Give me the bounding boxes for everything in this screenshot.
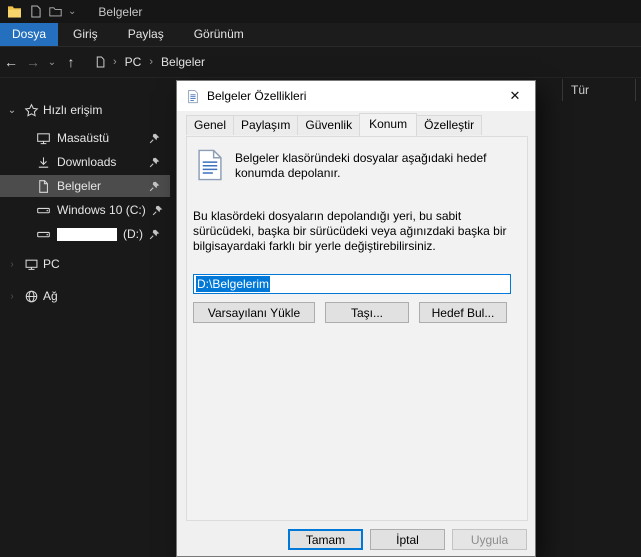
pin-icon xyxy=(152,205,163,216)
back-icon[interactable]: ← xyxy=(0,54,22,70)
sidebar-item-desktop[interactable]: Masaüstü xyxy=(0,127,170,149)
breadcrumb-separator-icon: › xyxy=(113,56,117,68)
sidebar-item-label: PC xyxy=(43,257,60,271)
close-icon[interactable]: ✕ xyxy=(495,81,535,111)
move-button[interactable]: Taşı... xyxy=(325,302,409,323)
breadcrumb-pc[interactable]: PC xyxy=(123,55,144,69)
location-path-input[interactable]: D:\Belgelerim xyxy=(193,274,511,294)
ok-button[interactable]: Tamam xyxy=(288,529,363,550)
column-header-type[interactable]: Tür xyxy=(562,79,636,101)
sidebar-item-label: Downloads xyxy=(57,155,117,169)
explorer-app-icon xyxy=(7,5,22,18)
navigation-bar: ← → ⌄ ↑ › PC › Belgeler xyxy=(0,47,641,78)
up-icon[interactable]: ↑ xyxy=(60,54,82,70)
breadcrumb-belgeler[interactable]: Belgeler xyxy=(159,55,207,69)
pin-icon xyxy=(149,133,160,144)
tab-paylasim[interactable]: Paylaşım xyxy=(233,115,299,135)
tab-guvenlik[interactable]: Güvenlik xyxy=(297,115,361,135)
dialog-title: Belgeler Özellikleri xyxy=(207,89,307,103)
dialog-footer: Tamam İptal Uygula xyxy=(288,529,527,550)
sidebar-item-label: (D:) xyxy=(123,227,143,241)
location-intro-text: Belgeler klasöründeki dosyalar aşağıdaki… xyxy=(235,151,487,180)
sidebar-item-network[interactable]: › Ağ xyxy=(0,285,170,307)
explorer-window: ⌄ Belgeler Dosya Giriş Paylaş Görünüm ← … xyxy=(0,0,641,557)
sidebar-item-quick-access[interactable]: ⌄ Hızlı erişim xyxy=(0,99,170,121)
cancel-button[interactable]: İptal xyxy=(370,529,445,550)
sidebar-item-label: Windows 10 (C:) xyxy=(57,203,146,217)
document-icon xyxy=(36,179,51,194)
ribbon-tab-giris[interactable]: Giriş xyxy=(58,23,113,46)
sidebar-item-label: Ağ xyxy=(43,289,58,303)
redacted-drive-label xyxy=(57,227,117,241)
location-buttons: Varsayılanı Yükle Taşı... Hedef Bul... xyxy=(193,302,507,323)
sidebar-item-windows-drive[interactable]: Windows 10 (C:) xyxy=(0,199,170,221)
sidebar-item-downloads[interactable]: Downloads xyxy=(0,151,170,173)
ribbon-tab-dosya[interactable]: Dosya xyxy=(0,23,59,46)
recent-locations-dropdown-icon[interactable]: ⌄ xyxy=(44,57,60,68)
sidebar-item-label: Belgeler xyxy=(57,179,102,193)
quick-access-properties-icon[interactable] xyxy=(30,5,41,18)
sidebar-item-d-drive[interactable]: (D:) xyxy=(0,223,170,245)
properties-dialog: Belgeler Özellikleri ✕ Genel Paylaşım Gü… xyxy=(176,80,536,557)
sidebar-item-documents[interactable]: Belgeler xyxy=(0,175,170,197)
location-tab-page: Belgeler klasöründeki dosyalar aşağıdaki… xyxy=(186,136,528,521)
pin-icon xyxy=(149,181,160,192)
chevron-expanded-icon[interactable]: ⌄ xyxy=(4,105,20,116)
chevron-collapsed-icon[interactable]: › xyxy=(4,291,20,302)
sidebar: ⌄ Hızlı erişim Masaüstü Downloads Belgel… xyxy=(0,78,170,557)
ribbon-tab-gorunum[interactable]: Görünüm xyxy=(179,23,259,46)
quick-access-new-folder-icon[interactable] xyxy=(49,6,62,17)
ribbon-tab-paylas[interactable]: Paylaş xyxy=(113,23,179,46)
sidebar-item-pc[interactable]: › PC xyxy=(0,253,170,275)
window-title: Belgeler xyxy=(98,4,143,19)
location-description-text: Bu klasördeki dosyaların depolandığı yer… xyxy=(193,209,507,253)
find-target-button[interactable]: Hedef Bul... xyxy=(419,302,507,323)
location-page-icon xyxy=(195,149,225,184)
star-icon xyxy=(24,103,39,118)
drive-icon xyxy=(36,227,51,242)
path-selected-text: D:\Belgelerim xyxy=(196,276,271,292)
address-location-icon xyxy=(94,55,107,69)
tab-konum[interactable]: Konum xyxy=(359,113,418,136)
sidebar-item-label: Hızlı erişim xyxy=(43,103,103,117)
address-bar[interactable]: › PC › Belgeler xyxy=(94,55,207,69)
sidebar-item-label: Masaüstü xyxy=(57,131,110,145)
download-icon xyxy=(36,155,51,170)
pin-icon xyxy=(149,229,160,240)
tab-genel[interactable]: Genel xyxy=(186,115,235,135)
restore-default-button[interactable]: Varsayılanı Yükle xyxy=(193,302,315,323)
pin-icon xyxy=(149,157,160,168)
pc-icon xyxy=(24,257,39,272)
forward-icon[interactable]: → xyxy=(22,54,44,70)
ribbon-tabs: Dosya Giriş Paylaş Görünüm xyxy=(0,23,641,47)
dialog-tabs: Genel Paylaşım Güvenlik Konum Özelleştir xyxy=(186,113,483,136)
network-icon xyxy=(24,289,39,304)
dialog-titlebar[interactable]: Belgeler Özellikleri ✕ xyxy=(177,81,535,111)
properties-doc-icon xyxy=(186,89,200,104)
chevron-collapsed-icon[interactable]: › xyxy=(4,259,20,270)
quick-access-dropdown-icon[interactable]: ⌄ xyxy=(68,6,76,17)
monitor-icon xyxy=(36,131,51,146)
tab-ozellestir[interactable]: Özelleştir xyxy=(416,115,483,135)
breadcrumb-separator-icon: › xyxy=(149,56,154,68)
titlebar[interactable]: ⌄ Belgeler xyxy=(0,0,641,23)
drive-icon xyxy=(36,203,51,218)
apply-button[interactable]: Uygula xyxy=(452,529,527,550)
